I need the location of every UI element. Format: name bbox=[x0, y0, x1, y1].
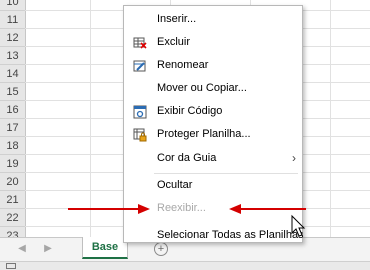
next-sheet-icon[interactable]: ▶ bbox=[42, 242, 54, 256]
chevron-right-icon: › bbox=[292, 151, 296, 165]
menu-item-mover-copiar[interactable]: Mover ou Copiar... bbox=[124, 77, 302, 100]
menu-item-label: Excluir bbox=[157, 36, 191, 48]
gridline bbox=[90, 0, 91, 237]
row-header[interactable]: 15 bbox=[0, 83, 25, 101]
row-header[interactable]: 19 bbox=[0, 155, 25, 173]
row-header[interactable]: 23 bbox=[0, 227, 25, 237]
row-header[interactable]: 11 bbox=[0, 11, 25, 29]
row-header[interactable]: 10 bbox=[0, 0, 25, 11]
menu-item-label: Inserir... bbox=[157, 13, 197, 25]
menu-item-reexibir[interactable]: Reexibir... bbox=[124, 197, 302, 220]
view-code-icon bbox=[133, 105, 147, 119]
protect-sheet-icon bbox=[133, 128, 147, 142]
menu-item-label: Renomear bbox=[157, 59, 209, 71]
row-headers: 10 11 12 13 14 15 16 17 18 19 20 21 22 2… bbox=[0, 0, 26, 237]
menu-item-renomear[interactable]: Renomear bbox=[124, 54, 302, 77]
menu-item-exibir-codigo[interactable]: Exibir Código bbox=[124, 100, 302, 123]
row-header[interactable]: 13 bbox=[0, 47, 25, 65]
menu-item-selecionar-todas[interactable]: Selecionar Todas as Planilhas bbox=[124, 224, 304, 247]
sheet-context-menu: Inserir... Excluir Renomear Mover ou Cop… bbox=[123, 5, 304, 243]
menu-item-cor-da-guia[interactable]: Cor da Guia › bbox=[124, 147, 302, 170]
row-header[interactable]: 16 bbox=[0, 101, 25, 119]
menu-item-label: Cor da Guia bbox=[157, 152, 217, 164]
menu-item-label: Mover ou Copiar... bbox=[157, 82, 247, 94]
menu-item-inserir[interactable]: Inserir... bbox=[124, 8, 302, 31]
delete-sheet-icon bbox=[133, 36, 147, 50]
sheet-tab-base[interactable]: Base bbox=[82, 237, 128, 259]
row-header[interactable]: 14 bbox=[0, 65, 25, 83]
row-header[interactable]: 17 bbox=[0, 119, 25, 137]
menu-item-excluir[interactable]: Excluir bbox=[124, 31, 302, 54]
menu-item-proteger-planilha[interactable]: Proteger Planilha... bbox=[124, 123, 302, 146]
menu-item-label: Exibir Código bbox=[157, 105, 223, 117]
row-header[interactable]: 12 bbox=[0, 29, 25, 47]
row-header[interactable]: 18 bbox=[0, 137, 25, 155]
row-header[interactable]: 22 bbox=[0, 209, 25, 227]
rename-icon bbox=[133, 59, 147, 73]
menu-item-label: Selecionar Todas as Planilhas bbox=[157, 229, 304, 241]
prev-sheet-icon[interactable]: ◀ bbox=[16, 242, 28, 256]
gridline bbox=[330, 0, 331, 237]
menu-item-ocultar[interactable]: Ocultar bbox=[124, 174, 302, 197]
row-header[interactable]: 20 bbox=[0, 173, 25, 191]
row-header[interactable]: 21 bbox=[0, 191, 25, 209]
menu-item-label: Proteger Planilha... bbox=[157, 128, 251, 140]
menu-item-label: Ocultar bbox=[157, 179, 193, 191]
status-icon bbox=[6, 263, 16, 269]
menu-item-label: Reexibir... bbox=[157, 202, 206, 214]
